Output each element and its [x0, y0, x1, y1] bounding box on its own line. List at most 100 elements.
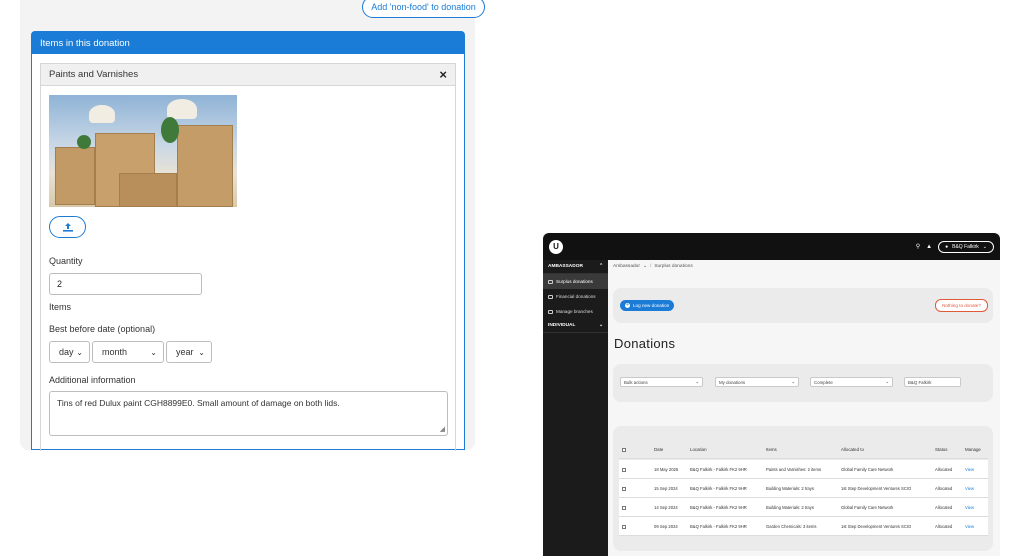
close-icon[interactable]: × [439, 68, 447, 81]
sidebar-section-label: AMBASSADOR [548, 264, 583, 269]
bulk-actions-select[interactable]: Bulk actions ⌄ [620, 377, 703, 387]
chevron-up-icon: ⌃ [598, 264, 603, 269]
my-donations-value: My donations [719, 379, 746, 385]
cell-status: Allocated [935, 486, 953, 491]
status-select[interactable]: Complete ⌄ [810, 377, 893, 387]
cell-location: B&Q Falkirk - Falkirk FK2 9HR [690, 505, 747, 510]
breadcrumb-ambassador[interactable]: Ambassador [613, 264, 640, 269]
donation-form-panel: Add 'non-food' to donation Items in this… [20, 0, 485, 451]
column-header-location[interactable]: Location [690, 440, 707, 459]
quantity-input[interactable]: 2 [49, 273, 202, 295]
actions-card: + Log new donation Nothing to donate? [613, 288, 993, 323]
plus-icon: + [625, 302, 630, 308]
top-actions: ⚲ ▲ ● B&Q Falkirk ⌄ [916, 240, 994, 253]
column-header-allocated-to[interactable]: Allocated to [841, 440, 864, 459]
filters-card: Bulk actions ⌄ My donations ⌄ Complete ⌄… [613, 364, 993, 402]
log-new-donation-button[interactable]: + Log new donation [620, 300, 675, 311]
column-header-status[interactable]: Status [935, 440, 947, 459]
sidebar-item-financial-donations[interactable]: Financial donations [543, 289, 608, 304]
cell-items: Garden Chemicals: 3 items [766, 524, 817, 529]
bell-icon[interactable]: ▲ [926, 244, 932, 250]
cell-location: B&Q Falkirk - Falkirk FK2 9HR [690, 467, 747, 472]
select-all-checkbox[interactable] [622, 440, 626, 459]
branch-icon [548, 309, 553, 314]
table-header-row: Date Location Items Allocated to Status … [619, 440, 988, 459]
branch-filter-value: B&Q Falkirk [908, 379, 932, 385]
additional-info-text: Tins of red Dulux paint CGH8899E0. Small… [57, 398, 340, 408]
column-header-items[interactable]: Items [766, 440, 777, 459]
upload-photo-button[interactable] [49, 216, 86, 238]
chevron-down-icon: ⌄ [598, 323, 603, 328]
day-select[interactable]: day ⌄ [49, 341, 90, 363]
item-card: Paints and Varnishes × Quantity 2 Items … [40, 63, 456, 451]
cell-status: Allocated [935, 505, 953, 510]
nothing-to-donate-button[interactable]: Nothing to donate? [935, 299, 988, 312]
row-checkbox[interactable] [622, 498, 626, 517]
user-name: B&Q Falkirk [952, 243, 979, 250]
chevron-down-icon: ⌄ [642, 264, 647, 269]
year-select-value: year [176, 347, 194, 357]
column-header-manage: Manage [965, 447, 981, 452]
user-menu-button[interactable]: ● B&Q Falkirk ⌄ [938, 240, 994, 253]
row-checkbox[interactable] [622, 460, 626, 479]
view-link[interactable]: View [965, 460, 974, 479]
branch-filter-input[interactable]: B&Q Falkirk [904, 377, 961, 387]
add-nonfood-button[interactable]: Add 'non-food' to donation [362, 0, 485, 18]
month-select-value: month [102, 347, 128, 357]
cell-items: Paints and Varnishes: 2 items [766, 467, 822, 472]
cell-allocated-to: 1st Step Development Ventures SCIO [841, 486, 912, 491]
sidebar-item-manage-branches[interactable]: Manage branches [543, 304, 608, 319]
user-icon: ● [945, 243, 949, 250]
cell-date: 09 Sep 2024 [654, 524, 678, 529]
upload-icon [62, 223, 73, 232]
chevron-down-icon: ⌄ [982, 243, 987, 250]
item-title: Paints and Varnishes [49, 69, 139, 80]
items-in-donation-card: Items in this donation Paints and Varnis… [31, 31, 465, 451]
additional-info-textarea[interactable]: Tins of red Dulux paint CGH8899E0. Small… [49, 391, 448, 436]
top-navbar: U ⚲ ▲ ● B&Q Falkirk ⌄ [543, 233, 1000, 260]
quantity-label: Quantity [49, 256, 83, 266]
sidebar-item-label: Financial donations [556, 294, 596, 299]
cell-items: Building Materials: 2 trays [766, 486, 814, 491]
cell-location: B&Q Falkirk - Falkirk FK2 9HR [690, 486, 747, 491]
sidebar-section-individual[interactable]: INDIVIDUAL ⌄ [543, 319, 608, 333]
sidebar-item-label: Surplus donations [556, 279, 593, 284]
my-donations-select[interactable]: My donations ⌄ [715, 377, 799, 387]
day-select-value: day [59, 347, 74, 357]
donations-app-window: U ⚲ ▲ ● B&Q Falkirk ⌄ AMBASSADOR ⌃ Surpl… [543, 233, 1000, 556]
cell-status: Allocated [935, 524, 953, 529]
view-link[interactable]: View [965, 498, 974, 517]
app-logo[interactable]: U [549, 239, 563, 254]
cell-allocated-to: Global Family Care Network [841, 505, 894, 510]
sidebar-item-label: Manage branches [556, 309, 593, 314]
table-row: 09 Sep 2024 B&Q Falkirk - Falkirk FK2 9H… [619, 517, 988, 536]
cell-date: 18 May 2025 [654, 467, 679, 472]
table-row: 15 Sep 2024 B&Q Falkirk - Falkirk FK2 9H… [619, 479, 988, 498]
item-card-header: Paints and Varnishes × [41, 64, 455, 86]
sidebar-item-surplus-donations[interactable]: Surplus donations [543, 274, 608, 289]
cell-status: Allocated [935, 467, 953, 472]
month-select[interactable]: month ⌄ [92, 341, 164, 363]
view-link[interactable]: View [965, 479, 974, 498]
chevron-down-icon: ⌄ [885, 379, 889, 384]
status-select-value: Complete [814, 379, 833, 385]
breadcrumb-separator: / [649, 264, 652, 269]
log-new-donation-label: Log new donation [633, 303, 670, 308]
row-checkbox[interactable] [622, 479, 626, 498]
cash-icon [548, 294, 553, 299]
cell-items: Building Materials: 2 trays [766, 505, 814, 510]
resize-handle-icon[interactable]: ◢ [440, 425, 445, 433]
breadcrumb: Ambassador ⌄ / Surplus donations [613, 264, 693, 269]
row-checkbox[interactable] [622, 517, 626, 536]
cell-date: 15 Sep 2024 [654, 486, 678, 491]
cell-date: 14 Sep 2024 [654, 505, 678, 510]
chevron-down-icon: ⌄ [791, 379, 795, 384]
sidebar-section-ambassador[interactable]: AMBASSADOR ⌃ [543, 260, 608, 274]
column-header-date[interactable]: Date [654, 440, 663, 459]
view-link[interactable]: View [965, 517, 974, 536]
chevron-down-icon: ⌄ [150, 347, 157, 357]
search-icon[interactable]: ⚲ [916, 243, 920, 250]
cell-allocated-to: Global Family Care Network [841, 467, 894, 472]
breadcrumb-current: Surplus donations [654, 264, 693, 269]
year-select[interactable]: year ⌄ [166, 341, 212, 363]
